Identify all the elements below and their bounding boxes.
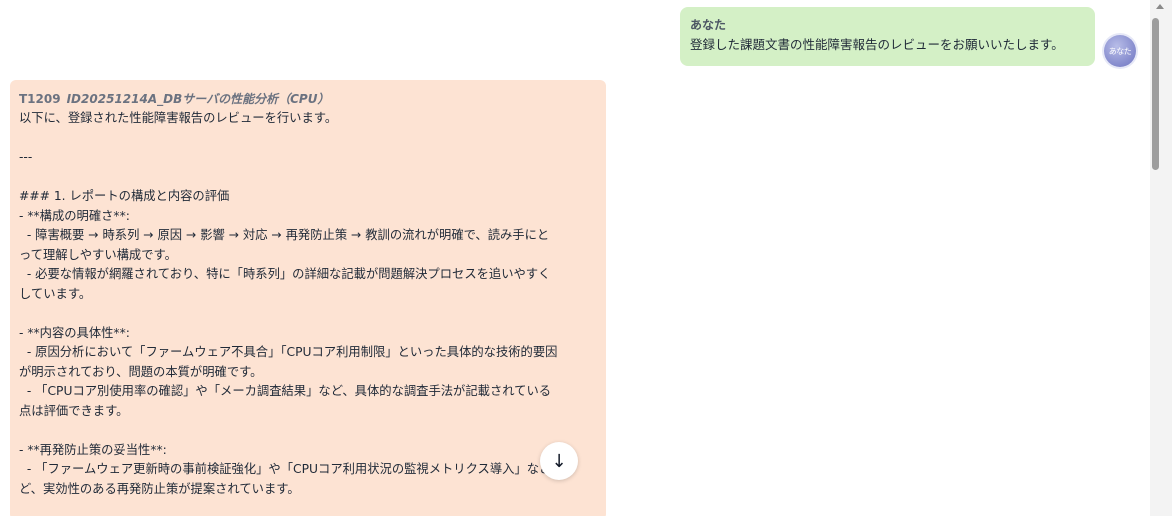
user-sender-name: あなた (690, 18, 727, 32)
message-line (19, 129, 597, 149)
user-avatar: あなた (1104, 35, 1136, 67)
scrollbar-thumb[interactable] (1152, 18, 1159, 170)
scroll-down-button[interactable]: ↓ (540, 442, 578, 480)
message-line (19, 304, 597, 324)
message-line (19, 168, 597, 188)
message-line (19, 421, 597, 441)
message-line: ### 1. レポートの構成と内容の評価 (19, 189, 230, 203)
message-line: - **内容の具体性**: (19, 325, 130, 340)
assistant-message-bubble: T1209 ID20251214A_DBサーバの性能分析（CPU） 以下に、登録さ… (10, 80, 606, 516)
scroll-up-arrow-icon[interactable] (1156, 4, 1164, 9)
message-line: - 原因分析において「ファームウェア不具合」「CPUコア利用制限」といった具体的… (19, 345, 558, 359)
message-line: ど、実効性のある再発防止策が提案されています。 (19, 481, 300, 496)
message-line: - **再発防止策の妥当性**: (19, 442, 167, 457)
message-line: --- (19, 150, 33, 164)
chat-area: あなた 登録した課題文書の性能障害報告のレビューをお願いいたします。 あなた T… (0, 0, 1150, 516)
message-line: 点は評価できます。 (19, 403, 129, 418)
ticket-id: T1209 (19, 92, 61, 106)
message-line: - **構成の明確さ**: (19, 208, 130, 223)
message-line: しています。 (19, 286, 92, 301)
message-line: 以下に、登録された性能障害報告のレビューを行います。 (19, 111, 338, 125)
message-header: T1209 ID20251214A_DBサーバの性能分析（CPU） (19, 89, 597, 109)
message-line: - 「CPUコア別使用率の確認」や「メーカ調査結果」など、具体的な調査手法が記載… (19, 384, 552, 398)
message-body: 以下に、登録された性能障害報告のレビューを行います。 --- ### 1. レポート… (19, 109, 597, 499)
user-message-text: 登録した課題文書の性能障害報告のレビューをお願いいたします。 (690, 37, 1064, 52)
vertical-scrollbar[interactable] (1150, 0, 1172, 516)
message-line: が明示されており、問題の本質が明確です。 (19, 364, 263, 379)
document-title: ID20251214A_DBサーバの性能分析（CPU） (66, 92, 330, 106)
message-line: - 障害概要 → 時系列 → 原因 → 影響 → 対応 → 再発防止策 → 教訓… (19, 228, 550, 242)
user-message-bubble: あなた 登録した課題文書の性能障害報告のレビューをお願いいたします。 (680, 7, 1095, 66)
message-line: - 「ファームウェア更新時の事前検証強化」や「CPUコア利用状況の監視メトリクス… (19, 462, 552, 476)
message-line: - 必要な情報が網羅されており、特に「時系列」の詳細な記載が問題解決プロセスを追… (19, 267, 551, 281)
arrow-down-icon: ↓ (551, 450, 567, 472)
message-line: って理解しやすい構成です。 (19, 247, 177, 262)
